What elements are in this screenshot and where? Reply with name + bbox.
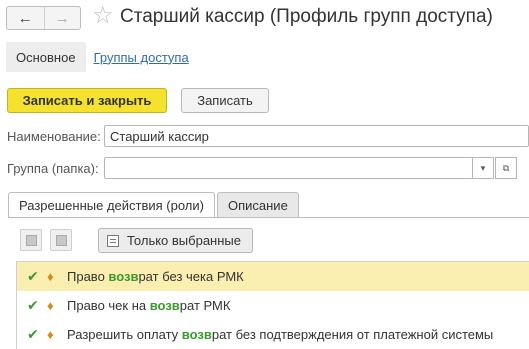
name-field[interactable]: Старший кассир <box>104 125 529 147</box>
select-all-button[interactable] <box>20 229 42 251</box>
nav-access-groups-link[interactable]: Группы доступа <box>94 50 189 65</box>
title-bar: ← → ☆ Старший кассир (Профиль групп дост… <box>0 0 529 36</box>
list-item[interactable]: ✔ ♦ Право чек на возврат РМК <box>17 291 529 320</box>
group-field[interactable] <box>104 157 473 179</box>
check-icon[interactable]: ✔ <box>27 297 47 314</box>
back-button[interactable]: ← <box>7 7 44 29</box>
chevron-down-icon: ▾ <box>480 162 486 173</box>
save-button[interactable]: Записать <box>181 88 269 113</box>
only-selected-label: Только выбранные <box>127 233 241 248</box>
form-navigation: Основное Группы доступа <box>6 42 189 72</box>
forward-button[interactable]: → <box>43 7 81 29</box>
tab-divider <box>8 217 529 218</box>
tab-description[interactable]: Описание <box>216 192 299 218</box>
list-item[interactable]: ✔ ♦ Разрешить оплату возврат без подтвер… <box>17 320 529 349</box>
deselect-all-button[interactable] <box>50 229 72 251</box>
check-icon[interactable]: ✔ <box>27 268 47 285</box>
page-title: Старший кассир (Профиль групп доступа) <box>120 6 493 27</box>
group-label: Группа (папка): <box>7 161 99 176</box>
arrow-left-icon: ← <box>17 9 33 27</box>
roles-list: ✔ ♦ Право возврат без чека РМК ✔ ♦ Право… <box>16 261 529 349</box>
role-label: Разрешить оплату возврат без подтвержден… <box>67 327 494 342</box>
check-icon[interactable]: ✔ <box>27 326 47 343</box>
tabs: Разрешенные действия (роли) Описание <box>8 192 299 218</box>
group-open-button[interactable]: ⧉ <box>495 157 517 179</box>
deselect-all-icon <box>55 234 67 246</box>
arrow-right-icon: → <box>54 9 70 27</box>
group-dropdown-button[interactable]: ▾ <box>472 157 494 179</box>
name-label: Наименование: <box>7 129 101 144</box>
key-icon: ♦ <box>47 269 54 284</box>
select-all-icon <box>25 234 37 246</box>
role-label: Право чек на возврат РМК <box>67 298 231 313</box>
role-label: Право возврат без чека РМК <box>67 269 244 284</box>
only-selected-button[interactable]: Только выбранные <box>98 228 253 253</box>
navigation-buttons: ← → <box>6 6 81 30</box>
key-icon: ♦ <box>47 298 54 313</box>
save-and-close-button[interactable]: Записать и закрыть <box>7 88 167 113</box>
open-icon: ⧉ <box>502 162 510 173</box>
tab-roles[interactable]: Разрешенные действия (роли) <box>8 192 215 218</box>
nav-main-tab[interactable]: Основное <box>6 42 86 72</box>
favorite-star-icon[interactable]: ☆ <box>92 2 114 30</box>
key-icon: ♦ <box>47 327 54 342</box>
list-icon <box>107 234 119 247</box>
list-item[interactable]: ✔ ♦ Право возврат без чека РМК <box>17 262 529 291</box>
